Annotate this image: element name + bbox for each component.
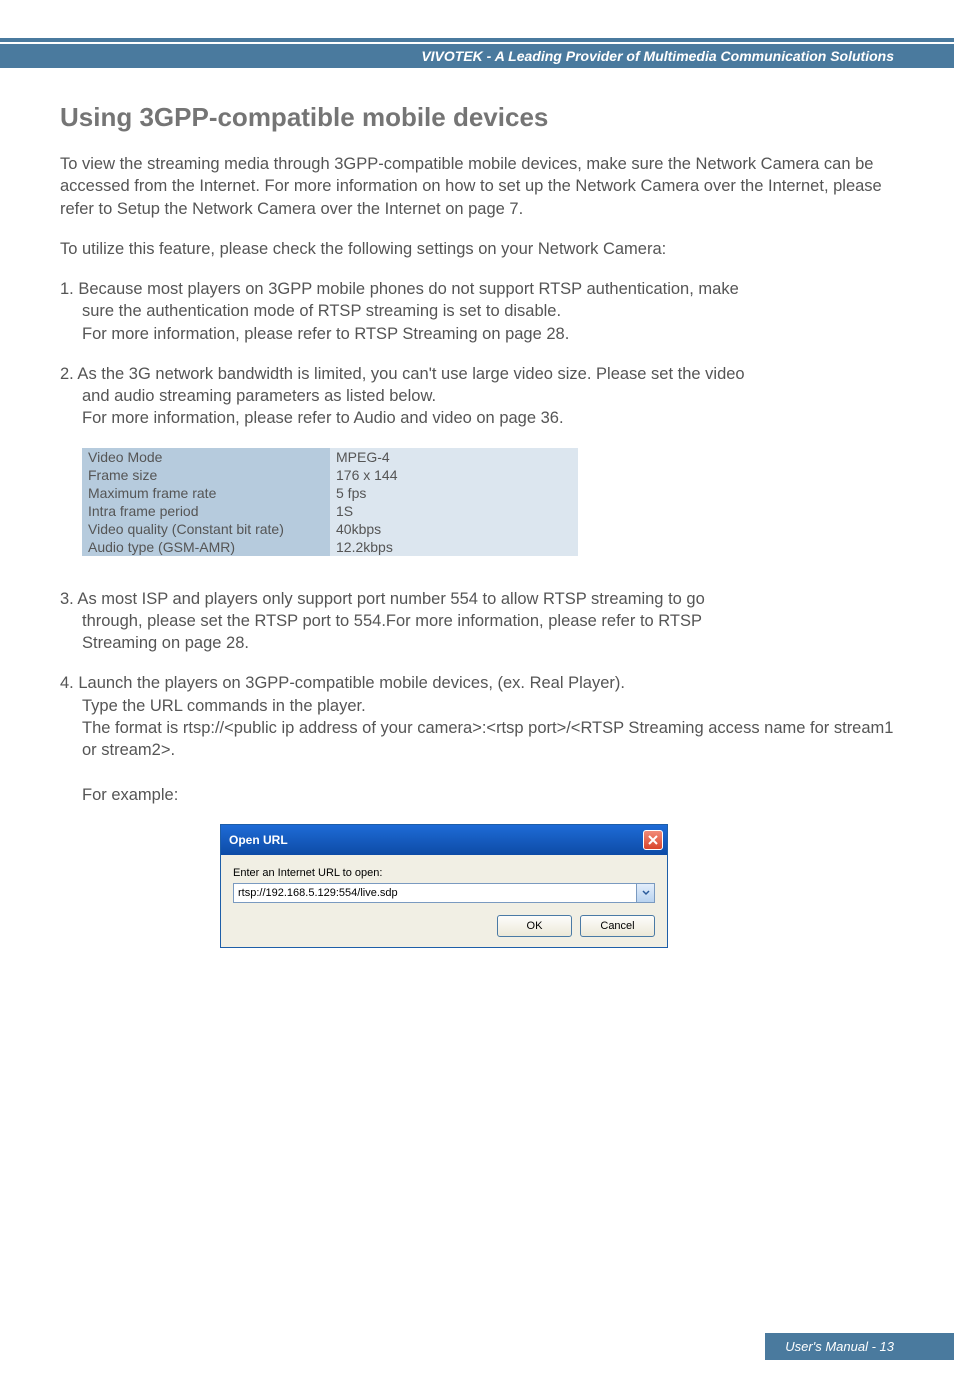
content-area: Using 3GPP-compatible mobile devices To … [0,68,954,948]
list-item-1-line3: For more information, please refer to RT… [82,323,894,345]
footer-page-label: User's Manual - 13 [765,1333,954,1360]
table-row: Maximum frame rate5 fps [82,484,578,502]
url-row [233,883,655,903]
list-item-2-line1: 2. As the 3G network bandwidth is limite… [60,365,745,383]
table-value: 5 fps [330,484,578,502]
table-value: 176 x 144 [330,466,578,484]
table-row: Audio type (GSM-AMR)12.2kbps [82,538,578,556]
table-label: Maximum frame rate [82,484,330,502]
ok-button[interactable]: OK [497,915,572,937]
table-row: Frame size176 x 144 [82,466,578,484]
list-item-1-line1: 1. Because most players on 3GPP mobile p… [60,280,739,298]
list-item-4-line3: The format is rtsp://<public ip address … [82,717,894,762]
intro-paragraph-2: To utilize this feature, please check th… [60,238,894,260]
table-row: Intra frame period1S [82,502,578,520]
table-value: MPEG-4 [330,448,578,466]
list-item-4-line4: For example: [82,784,894,806]
list-item-4: 4. Launch the players on 3GPP-compatible… [60,672,894,806]
list-item-1-line2: sure the authentication mode of RTSP str… [82,300,894,322]
list-item-2-line2: and audio streaming parameters as listed… [82,385,894,407]
dialog-buttons: OK Cancel [233,915,655,937]
intro-paragraph-1: To view the streaming media through 3GPP… [60,153,894,220]
list-item-2: 2. As the 3G network bandwidth is limite… [60,363,894,430]
list-item-1: 1. Because most players on 3GPP mobile p… [60,278,894,345]
table-row: Video quality (Constant bit rate)40kbps [82,520,578,538]
list-item-3-line1: 3. As most ISP and players only support … [60,590,705,608]
cancel-button[interactable]: Cancel [580,915,655,937]
url-dropdown-button[interactable] [637,883,655,903]
list-item-2-line3: For more information, please refer to Au… [82,407,894,429]
header-top-rule [0,38,954,42]
table-label: Video Mode [82,448,330,466]
table-label: Frame size [82,466,330,484]
list-item-4-line2: Type the URL commands in the player. [82,695,894,717]
list-item-4-line1: 4. Launch the players on 3GPP-compatible… [60,674,625,692]
close-button[interactable] [643,830,663,850]
url-label: Enter an Internet URL to open: [233,867,655,879]
dialog-title: Open URL [229,833,288,847]
table-value: 12.2kbps [330,538,578,556]
close-icon [648,834,658,847]
table-label: Audio type (GSM-AMR) [82,538,330,556]
settings-table: Video ModeMPEG-4 Frame size176 x 144 Max… [82,448,578,556]
url-input[interactable] [233,883,637,903]
header-brand: VIVOTEK - A Leading Provider of Multimed… [0,44,954,68]
table-value: 1S [330,502,578,520]
table-row: Video ModeMPEG-4 [82,448,578,466]
open-url-dialog: Open URL Enter an Internet URL to open: … [220,824,668,948]
chevron-down-icon [642,890,650,896]
table-label: Intra frame period [82,502,330,520]
dialog-titlebar: Open URL [221,825,667,855]
list-item-3-line3: Streaming on page 28. [82,632,894,654]
dialog-body: Enter an Internet URL to open: OK Cancel [221,855,667,947]
table-value: 40kbps [330,520,578,538]
list-item-3: 3. As most ISP and players only support … [60,588,894,655]
list-item-3-line2: through, please set the RTSP port to 554… [82,610,894,632]
page-title: Using 3GPP-compatible mobile devices [60,102,894,133]
table-label: Video quality (Constant bit rate) [82,520,330,538]
